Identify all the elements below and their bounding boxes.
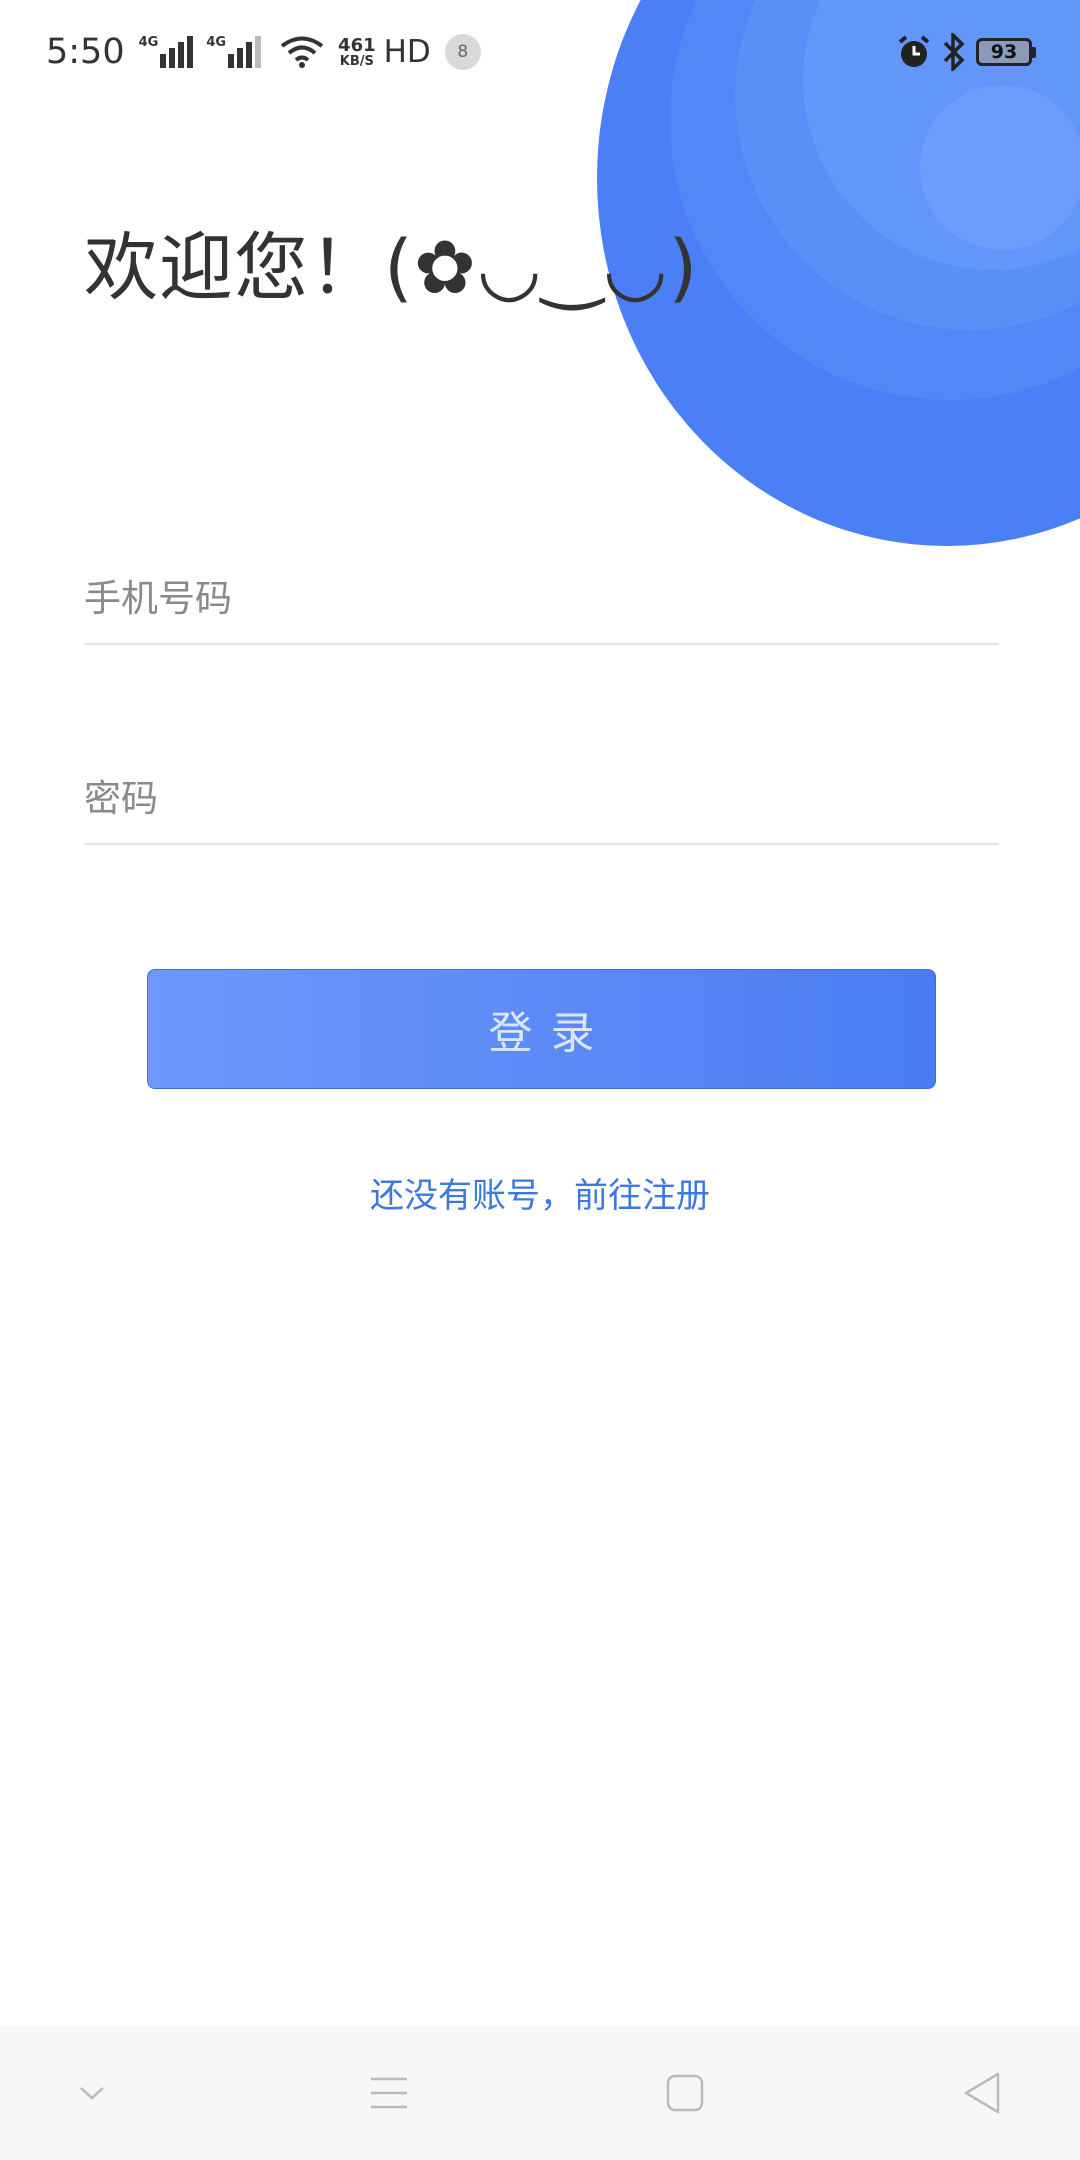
signal-strength-icon: 4G xyxy=(139,36,197,68)
login-screen: 5:50 4G 4G 461 KB/S HD 8 93 欢迎您！(✿◡‿◡) 手… xyxy=(0,0,1080,2160)
phone-field xyxy=(84,545,999,645)
navigation-bar xyxy=(0,2026,1080,2160)
notification-count-badge: 8 xyxy=(444,34,481,70)
bluetooth-icon xyxy=(942,33,966,71)
wifi-icon xyxy=(280,35,324,69)
battery-icon: 93 xyxy=(976,38,1036,66)
signal-type-2-label: 4G xyxy=(206,35,227,50)
home-square-icon[interactable] xyxy=(645,2053,725,2133)
chevron-down-icon[interactable] xyxy=(52,2053,132,2133)
hd-voice-icon: HD xyxy=(383,34,431,70)
password-field xyxy=(84,745,999,845)
signal-type-label: 4G xyxy=(138,35,159,50)
password-input[interactable] xyxy=(84,745,999,843)
status-time: 5:50 xyxy=(46,32,125,72)
alarm-icon xyxy=(896,34,932,70)
back-triangle-icon[interactable] xyxy=(942,2053,1022,2133)
welcome-title: 欢迎您！(✿◡‿◡) xyxy=(84,225,699,311)
battery-level: 93 xyxy=(976,38,1032,66)
menu-icon[interactable] xyxy=(349,2053,429,2133)
register-link[interactable]: 还没有账号，前往注册 xyxy=(0,1168,1080,1217)
status-bar: 5:50 4G 4G 461 KB/S HD 8 93 xyxy=(0,0,1080,104)
decorative-circle-inner xyxy=(920,85,1080,250)
network-speed: 461 KB/S xyxy=(338,34,376,69)
login-button[interactable]: 登录 xyxy=(147,969,936,1089)
phone-input[interactable] xyxy=(84,545,999,643)
signal-strength-2-icon: 4G xyxy=(206,36,264,68)
